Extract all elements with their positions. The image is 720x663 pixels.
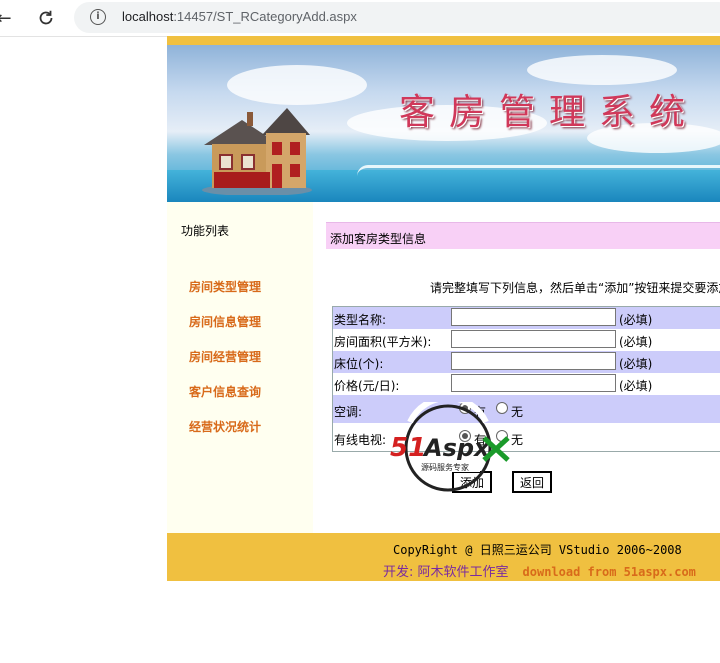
svg-text:源码服务专家: 源码服务专家: [421, 462, 469, 472]
type-name-input[interactable]: [451, 308, 616, 326]
url-text: localhost:14457/ST_RCategoryAdd.aspx: [122, 9, 357, 24]
required-note: (必填): [619, 379, 653, 393]
beds-input[interactable]: [451, 352, 616, 370]
main-content: 添加客房类型信息 请完整填写下列信息，然后单击“添加”按钮来提交要添加 类型名称…: [325, 202, 720, 533]
copyright-text: CopyRight @ 日照三运公司 VStudio 2006~2008: [393, 543, 682, 557]
developer-text: 开发: 阿木软件工作室: [383, 565, 509, 580]
developer-line: 开发: 阿木软件工作室 download from 51aspx.com: [383, 561, 696, 580]
banner: 客房管理系统 V1: [167, 45, 720, 202]
required-note: (必填): [619, 357, 653, 371]
back-button[interactable]: 返回: [512, 471, 552, 493]
browser-toolbar: ← i localhost:14457/ST_RCategoryAdd.aspx: [0, 0, 720, 37]
sidebar-item-statistics[interactable]: 经营状况统计: [189, 418, 261, 435]
sidebar: 功能列表 房间类型管理 房间信息管理 房间经营管理 客户信息查询 经营状况统计: [167, 202, 313, 533]
svg-text:Aspx: Aspx: [422, 434, 491, 462]
beds-label: 床位(个):: [334, 357, 384, 371]
sidebar-title: 功能列表: [181, 224, 230, 238]
type-name-label: 类型名称:: [334, 313, 387, 327]
required-note: (必填): [619, 313, 653, 327]
required-note: (必填): [619, 335, 653, 349]
price-input[interactable]: [451, 374, 616, 392]
aircon-label: 空调:: [334, 405, 363, 419]
address-bar[interactable]: i localhost:14457/ST_RCategoryAdd.aspx: [74, 2, 720, 33]
sidebar-item-room-operation[interactable]: 房间经营管理: [189, 348, 261, 365]
form-row: 类型名称: (必填): [333, 307, 720, 329]
sidebar-item-room-type[interactable]: 房间类型管理: [189, 278, 261, 295]
back-arrow-icon[interactable]: ←: [0, 6, 16, 30]
form-row: 床位(个): (必填): [333, 351, 720, 373]
sidebar-item-customer-query[interactable]: 客户信息查询: [189, 383, 261, 400]
info-icon[interactable]: i: [90, 9, 106, 25]
51aspx-watermark-logo: 51 Aspx 源码服务专家: [390, 402, 510, 492]
page: 客房管理系统 V1 功能列表 房间类型管理 房间信息管理 房间经营管理 客户信息…: [167, 36, 720, 596]
sidebar-item-room-info[interactable]: 房间信息管理: [189, 313, 261, 330]
reload-icon[interactable]: [34, 6, 58, 30]
form-row: 房间面积(平方米): (必填): [333, 329, 720, 351]
room-area-input[interactable]: [451, 330, 616, 348]
price-label: 价格(元/日):: [334, 379, 400, 393]
download-link[interactable]: download from 51aspx.com: [523, 565, 696, 579]
svg-text:51: 51: [390, 433, 426, 463]
banner-title: 客房管理系统 V1: [399, 92, 720, 133]
form-row: 价格(元/日): (必填): [333, 373, 720, 395]
room-area-label: 房间面积(平方米):: [334, 335, 432, 349]
footer: CopyRight @ 日照三运公司 VStudio 2006~2008 开发:…: [167, 533, 720, 581]
house-logo-icon: [202, 108, 312, 195]
cable-tv-label: 有线电视:: [334, 433, 387, 447]
instruction-text: 请完整填写下列信息，然后单击“添加”按钮来提交要添加: [430, 281, 720, 295]
form-title-bar: 添加客房类型信息: [326, 222, 720, 249]
form-title: 添加客房类型信息: [330, 232, 427, 246]
top-strip: [167, 36, 720, 45]
